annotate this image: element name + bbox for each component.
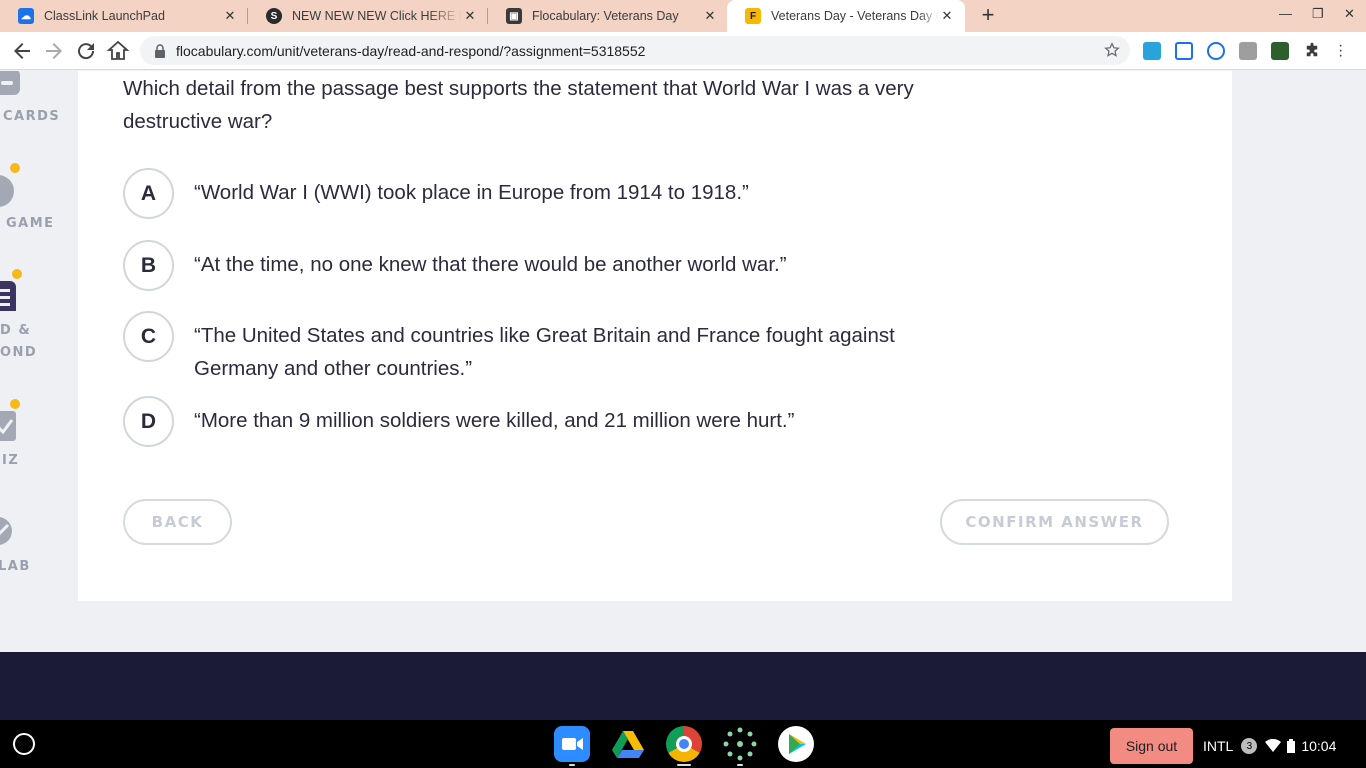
choice-letter-badge[interactable]: A [123,168,174,219]
sidebar-item-label: IZ [2,453,20,468]
sidebar-item-quiz[interactable]: IZ [0,397,78,477]
clock-time: 10:04 [1301,738,1337,754]
sidebar-item-game[interactable]: GAME [0,161,78,241]
choice-letter-badge[interactable]: C [123,311,174,362]
question-card: Which detail from the passage best suppo… [78,71,1232,601]
lesson-sidebar: CARDS GAME D & OND IZ LAB [0,71,78,652]
lyric-lab-icon [0,517,12,545]
battery-icon [1287,739,1296,753]
question-text: Which detail from the passage best suppo… [123,77,914,133]
running-indicator [737,764,743,766]
tab-title: Veterans Day - Veterans Day Qu [771,9,939,23]
game-icon [0,175,14,207]
choice-text[interactable]: “At the time, no one knew that there wou… [194,240,934,281]
choice-text[interactable]: “World War I (WWI) took place in Europe … [194,168,934,209]
extensions-puzzle-icon[interactable] [1303,42,1321,60]
notification-count-badge: 3 [1241,738,1258,754]
google-drive-icon[interactable] [610,726,646,762]
page-content: CARDS GAME D & OND IZ LAB Which detail f… [0,71,1366,652]
home-icon[interactable] [106,39,130,63]
answer-choice-b[interactable]: B “At the time, no one knew that there w… [123,240,934,291]
notification-dot [8,161,22,175]
lock-icon [155,43,165,58]
confirm-answer-button[interactable]: CONFIRM ANSWER [940,499,1169,545]
dots-app-icon[interactable] [722,726,758,762]
running-indicator [677,764,691,766]
tab-new-click-here[interactable]: S NEW NEW NEW Click HERE for 2 ✕ [248,0,488,32]
choice-letter-badge[interactable]: D [123,396,174,447]
forward-arrow-icon[interactable] [42,39,66,63]
notification-dot [8,397,22,411]
launcher-icon[interactable] [13,733,35,755]
close-tab-icon[interactable]: ✕ [222,8,238,24]
close-tab-icon[interactable]: ✕ [939,8,955,24]
sidebar-item-label-line2: OND [0,345,38,360]
reader-extension-icon[interactable] [1175,42,1193,60]
notification-dot [10,267,24,281]
url-text: flocabulary.com/unit/veterans-day/read-a… [176,42,646,59]
sidebar-item-label: D & [0,323,32,338]
tab-flocabulary[interactable]: ▣ Flocabulary: Veterans Day ✕ [488,0,728,32]
zoom-app-icon[interactable] [554,726,590,762]
answer-choice-a[interactable]: A “World War I (WWI) took place in Europ… [123,168,934,219]
site-footer [0,652,1366,720]
tab-strip: ☁ ClassLink LaunchPad ✕ S NEW NEW NEW Cl… [0,0,1366,32]
reload-icon[interactable] [74,39,98,63]
choice-text[interactable]: “The United States and countries like Gr… [194,311,934,385]
quiz-icon [0,411,16,441]
wifi-icon [1265,739,1282,752]
new-tab-icon[interactable]: + [976,4,1000,28]
sidebar-item-flashcards[interactable]: CARDS [0,71,78,141]
running-indicator [569,764,575,766]
os-shelf: Sign out INTL 3 10:04 [0,720,1366,768]
close-tab-icon[interactable]: ✕ [702,8,718,24]
choice-letter-badge[interactable]: B [123,240,174,291]
choice-text[interactable]: “More than 9 million soldiers were kille… [194,396,934,437]
answer-choice-c[interactable]: C “The United States and countries like … [123,311,934,385]
back-arrow-icon[interactable] [10,39,34,63]
read-respond-icon [0,281,16,311]
tab-title: ClassLink LaunchPad [44,9,165,23]
browser-toolbar: flocabulary.com/unit/veterans-day/read-a… [0,32,1366,70]
tab-title: Flocabulary: Veterans Day [532,9,679,23]
menu-kebab-icon[interactable]: · · · [1338,38,1344,64]
shield-extension-icon[interactable] [1207,42,1225,60]
input-method-label: INTL [1203,738,1234,754]
close-tab-icon[interactable]: ✕ [462,8,478,24]
tab-title: NEW NEW NEW Click HERE for 2 [292,9,462,23]
address-bar[interactable]: flocabulary.com/unit/veterans-day/read-a… [140,36,1130,65]
classlink-icon: ☁ [18,8,34,24]
sidebar-item-read-respond[interactable]: D & OND [0,267,78,367]
portrait-icon: ▣ [506,8,522,24]
chrome-icon[interactable] [666,726,702,762]
cast-extension-icon[interactable] [1239,42,1257,60]
sidebar-item-label: GAME [6,216,55,231]
play-store-icon[interactable] [778,726,814,762]
flashcards-icon [0,71,20,95]
classlink-extension-icon[interactable] [1143,42,1161,60]
answer-choice-d[interactable]: D “More than 9 million soldiers were kil… [123,396,934,447]
sidebar-item-label: CARDS [3,109,61,124]
minimize-icon[interactable]: — [1279,6,1292,21]
tab-classlink[interactable]: ☁ ClassLink LaunchPad ✕ [0,0,248,32]
back-button[interactable]: BACK [123,499,232,545]
sign-out-button[interactable]: Sign out [1110,728,1193,764]
tab-veterans-day-quiz[interactable]: F Veterans Day - Veterans Day Qu ✕ [727,0,965,32]
bookmark-star-icon[interactable] [1104,42,1120,58]
sidebar-item-label: LAB [0,559,31,574]
s-logo-icon: S [266,8,282,24]
window-close-icon[interactable]: ✕ [1344,6,1355,22]
screen-extension-icon[interactable] [1271,42,1289,60]
status-tray[interactable]: INTL 3 10:04 [1203,728,1363,764]
sidebar-item-lyric-lab[interactable]: LAB [0,507,78,587]
restore-icon[interactable]: ❐ [1312,6,1324,22]
flocabulary-icon: F [745,8,761,24]
